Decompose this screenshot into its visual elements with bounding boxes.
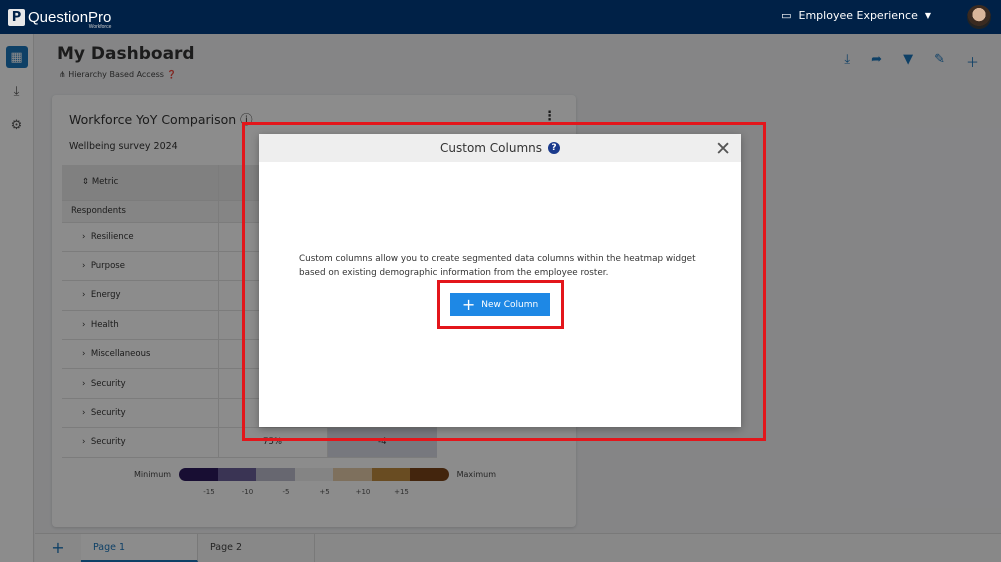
- brand-sub: Workforce: [88, 23, 112, 30]
- avatar[interactable]: [967, 5, 991, 29]
- logo[interactable]: P QuestionPro Workforce: [8, 8, 111, 30]
- caret-down-icon: ▼: [924, 11, 931, 20]
- top-bar: P QuestionPro Workforce ▭ Employee Experien…: [0, 0, 1001, 34]
- product-switcher[interactable]: ▭ Employee Experience ▼: [781, 9, 931, 22]
- product-label: Employee Experience: [798, 9, 918, 22]
- highlight-box-button: [437, 280, 564, 329]
- briefcase-icon: ▭: [781, 9, 792, 22]
